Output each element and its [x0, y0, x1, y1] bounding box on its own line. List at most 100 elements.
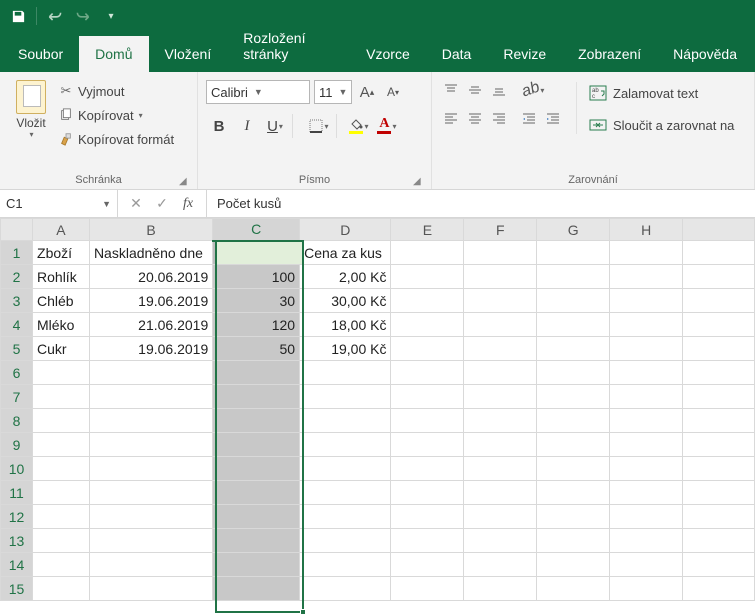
cell[interactable]	[464, 577, 537, 601]
cell[interactable]	[610, 385, 683, 409]
cell[interactable]	[33, 361, 90, 385]
cell[interactable]	[683, 577, 755, 601]
cell[interactable]	[464, 481, 537, 505]
cell[interactable]	[683, 481, 755, 505]
cell[interactable]	[300, 409, 391, 433]
cell[interactable]	[610, 265, 683, 289]
cell[interactable]: 30	[213, 289, 300, 313]
font-size-combo[interactable]: 11 ▼	[314, 80, 352, 104]
cell[interactable]	[391, 265, 464, 289]
orientation-button[interactable]: ab ▾	[518, 80, 548, 100]
cell[interactable]: 100	[213, 265, 300, 289]
col-header-A[interactable]: A	[33, 219, 90, 241]
cell[interactable]	[89, 529, 212, 553]
cell[interactable]	[300, 577, 391, 601]
cell[interactable]	[33, 409, 90, 433]
cell[interactable]	[89, 505, 212, 529]
cell[interactable]	[89, 457, 212, 481]
cell[interactable]	[610, 553, 683, 577]
cell[interactable]	[33, 529, 90, 553]
cell[interactable]	[683, 313, 755, 337]
cell[interactable]	[300, 529, 391, 553]
cell[interactable]	[610, 529, 683, 553]
font-color-button[interactable]: A ▾	[374, 114, 400, 138]
cut-button[interactable]: ✂ Vyjmout	[58, 80, 174, 102]
cell[interactable]	[391, 433, 464, 457]
cell[interactable]	[213, 385, 300, 409]
cell[interactable]	[213, 505, 300, 529]
cell[interactable]	[464, 457, 537, 481]
cell[interactable]: 19.06.2019	[89, 337, 212, 361]
row-header[interactable]: 14	[1, 553, 33, 577]
cell[interactable]	[464, 241, 537, 265]
cell[interactable]	[610, 481, 683, 505]
row-header[interactable]: 8	[1, 409, 33, 433]
cell[interactable]	[610, 361, 683, 385]
redo-icon[interactable]	[71, 4, 95, 28]
col-header-C[interactable]: C	[213, 219, 300, 241]
cell[interactable]	[33, 505, 90, 529]
cell[interactable]	[213, 433, 300, 457]
cell[interactable]	[391, 385, 464, 409]
cell[interactable]	[213, 409, 300, 433]
cell[interactable]	[537, 361, 610, 385]
cell[interactable]: Cukr	[33, 337, 90, 361]
row-header[interactable]: 1	[1, 241, 33, 265]
cell[interactable]	[213, 529, 300, 553]
select-all-corner[interactable]	[1, 219, 33, 241]
cell[interactable]	[33, 577, 90, 601]
bold-button[interactable]: B	[206, 114, 232, 138]
cell[interactable]: 120	[213, 313, 300, 337]
cell[interactable]	[610, 505, 683, 529]
formula-input[interactable]: Počet kusů	[207, 190, 755, 217]
format-painter-button[interactable]: Kopírovat formát	[58, 128, 174, 150]
cell[interactable]: 20.06.2019	[89, 265, 212, 289]
save-icon[interactable]	[6, 4, 30, 28]
cell[interactable]	[537, 529, 610, 553]
cell[interactable]	[683, 529, 755, 553]
cell[interactable]	[537, 337, 610, 361]
cell[interactable]	[391, 481, 464, 505]
cell[interactable]: 50	[213, 337, 300, 361]
align-bottom-button[interactable]	[488, 80, 510, 100]
cell[interactable]	[213, 553, 300, 577]
cell[interactable]	[213, 481, 300, 505]
cell[interactable]: 18,00 Kč	[300, 313, 391, 337]
cell[interactable]	[537, 265, 610, 289]
cell[interactable]	[464, 529, 537, 553]
tab-home[interactable]: Domů	[79, 36, 148, 72]
fill-handle[interactable]	[300, 609, 306, 615]
cell[interactable]	[300, 433, 391, 457]
row-header[interactable]: 12	[1, 505, 33, 529]
dialog-launcher-icon[interactable]: ◢	[179, 176, 191, 188]
cell[interactable]	[464, 313, 537, 337]
cell[interactable]: Zboží	[33, 241, 90, 265]
cell[interactable]	[610, 337, 683, 361]
cell[interactable]	[300, 385, 391, 409]
cell[interactable]	[89, 481, 212, 505]
cell[interactable]	[464, 289, 537, 313]
col-header-G[interactable]: G	[537, 219, 610, 241]
align-middle-button[interactable]	[464, 80, 486, 100]
cell[interactable]: Počet kusů	[213, 241, 300, 265]
increase-font-button[interactable]: A▴	[356, 81, 378, 103]
align-center-button[interactable]	[464, 108, 486, 128]
cell[interactable]	[391, 553, 464, 577]
align-left-button[interactable]	[440, 108, 462, 128]
cell[interactable]	[33, 457, 90, 481]
cell[interactable]	[683, 457, 755, 481]
row-header[interactable]: 15	[1, 577, 33, 601]
cell[interactable]	[391, 577, 464, 601]
cell[interactable]	[391, 505, 464, 529]
row-header[interactable]: 6	[1, 361, 33, 385]
customize-qat-icon[interactable]: ▾	[99, 4, 123, 28]
fill-color-button[interactable]: ▾	[346, 114, 372, 138]
cell[interactable]	[683, 241, 755, 265]
tab-formulas[interactable]: Vzorce	[350, 36, 426, 72]
col-header-E[interactable]: E	[391, 219, 464, 241]
row-header[interactable]: 3	[1, 289, 33, 313]
col-header-B[interactable]: B	[89, 219, 212, 241]
row-header[interactable]: 9	[1, 433, 33, 457]
cell[interactable]	[464, 409, 537, 433]
cell[interactable]	[464, 337, 537, 361]
